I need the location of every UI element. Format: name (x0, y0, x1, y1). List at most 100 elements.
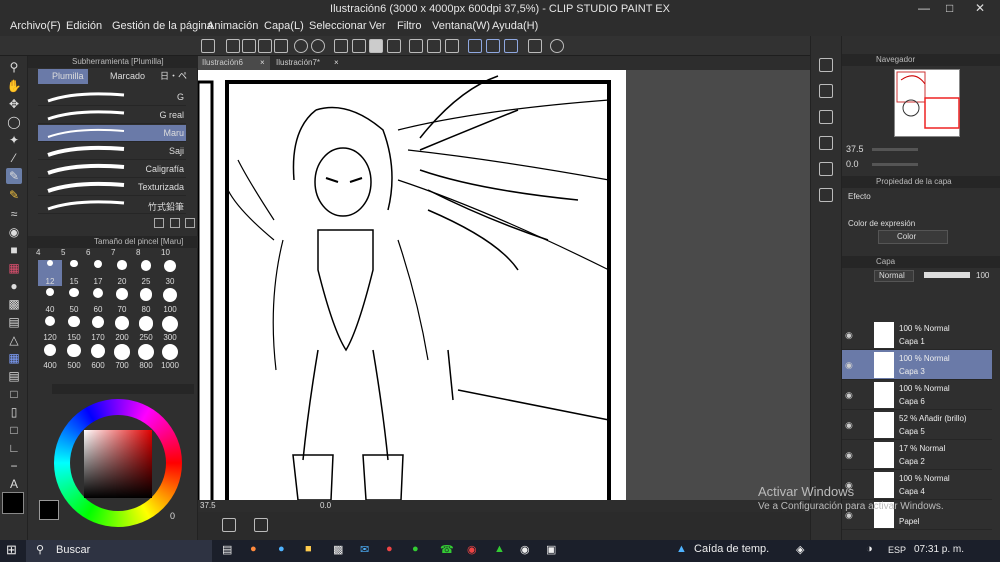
tray-icons[interactable]: ◈ (796, 543, 804, 556)
brush-size-cell[interactable]: 12 (38, 260, 62, 286)
sub-view-icon[interactable] (819, 162, 833, 176)
brush-size-cell[interactable]: 50 (62, 288, 86, 314)
add-brush-icon[interactable] (154, 218, 164, 228)
fill-tool-icon[interactable]: ▩ (6, 296, 22, 312)
figure-icon[interactable]: △ (6, 332, 22, 348)
tab-marcado[interactable]: Marcado (92, 69, 145, 84)
operation-icon[interactable]: ▯ (6, 404, 22, 420)
close-icon[interactable]: ✕ (975, 1, 985, 15)
brush-size-label[interactable]: 5 (61, 248, 65, 257)
delete-brush-icon[interactable] (185, 218, 195, 228)
clock[interactable]: 07:31 p. m. (914, 544, 964, 555)
visibility-eye-icon[interactable]: ◉ (845, 450, 853, 461)
new-file-icon[interactable] (226, 39, 240, 53)
menu-gestion-pagina[interactable]: Gestión de la página (112, 20, 213, 32)
opacity-slider[interactable] (924, 272, 970, 278)
brush-size-cell[interactable]: 200 (110, 316, 134, 342)
navigator-zoom-slider[interactable] (872, 148, 918, 151)
close-tab-icon[interactable]: × (260, 58, 265, 67)
navigator-rotation[interactable]: 0.0 (846, 159, 859, 169)
visibility-eye-icon[interactable]: ◉ (845, 390, 853, 401)
brush-size-cell[interactable]: 400 (38, 344, 62, 370)
layer-row[interactable]: ◉ 100 % Normal Capa 3 (842, 350, 992, 380)
menu-capa[interactable]: Capa(L) (264, 20, 304, 32)
brush-size-cell[interactable]: 60 (86, 288, 110, 314)
open-file-icon[interactable] (242, 39, 256, 53)
navigator-zoom[interactable]: 37.5 (846, 144, 864, 154)
layer-row[interactable]: ◉ 100 % Normal Capa 1 (842, 320, 992, 350)
snap-ruler-icon[interactable] (468, 39, 482, 53)
menu-ayuda[interactable]: Ayuda(H) (492, 20, 538, 32)
navigator-preview[interactable] (894, 69, 960, 137)
export-icon[interactable] (274, 39, 288, 53)
canvas-zoom[interactable]: 37.5 (200, 501, 216, 510)
copy-brush-icon[interactable] (170, 218, 180, 228)
mail-icon[interactable]: ✉ (360, 543, 369, 556)
brush-size-label[interactable]: 8 (136, 248, 140, 257)
brush-size-cell[interactable]: 600 (86, 344, 110, 370)
eyedropper-icon[interactable]: ⁄ (6, 150, 22, 166)
app-icon[interactable]: ◉ (520, 543, 530, 556)
brush-size-cell[interactable]: 170 (86, 316, 110, 342)
history-icon[interactable] (819, 84, 833, 98)
magic-wand-icon[interactable]: ✦ (6, 132, 22, 148)
brush-size-cell[interactable]: 150 (62, 316, 86, 342)
tab-plumilla[interactable]: Plumilla (38, 69, 88, 84)
firefox-icon[interactable]: ● (250, 543, 257, 555)
windows-start-icon[interactable]: ⊞ (6, 542, 17, 558)
visibility-eye-icon[interactable]: ◉ (845, 330, 853, 341)
menu-filtro[interactable]: Filtro (397, 20, 421, 32)
search-box[interactable]: ⚲ Buscar (26, 540, 212, 562)
brush-item-selected[interactable]: Maru (38, 125, 186, 142)
crop-icon[interactable] (445, 39, 459, 53)
language-indicator[interactable]: ESP (888, 545, 906, 555)
brush-size-label[interactable]: 6 (86, 248, 90, 257)
menu-edicion[interactable]: Edición (66, 20, 102, 32)
brush-tool-icon[interactable]: ≈ (6, 206, 22, 222)
brush-size-label[interactable]: 10 (161, 248, 170, 257)
clip-studio-taskbar-icon[interactable]: ▣ (546, 543, 556, 556)
item-bank-icon[interactable] (819, 136, 833, 150)
help-icon[interactable] (550, 39, 564, 53)
brush-size-cell[interactable]: 80 (134, 288, 158, 314)
brush-size-cell[interactable]: 40 (38, 288, 62, 314)
brush-size-cell[interactable]: 1000 (158, 344, 182, 370)
layer-properties-icon[interactable] (254, 518, 268, 532)
snap-special-ruler-icon[interactable] (486, 39, 500, 53)
lasso-tool-icon[interactable]: ◯ (6, 114, 22, 130)
whatsapp-icon[interactable]: ☎ (440, 543, 454, 556)
tab-ilustracion7[interactable]: Ilustración7* (272, 56, 342, 70)
ruler-tool-icon[interactable]: ▤ (6, 368, 22, 384)
menu-animacion[interactable]: Animación (207, 20, 258, 32)
brush-size-cell[interactable]: 30 (158, 260, 182, 286)
weather-text[interactable]: Caída de temp. (694, 543, 769, 555)
redo-icon[interactable] (311, 39, 325, 53)
balloon-icon[interactable]: □ (6, 422, 22, 438)
network-icon[interactable]: ◑ (866, 543, 873, 555)
main-color-swatch[interactable] (39, 500, 59, 520)
file-explorer-icon[interactable]: ■ (305, 543, 312, 555)
invert-selection-icon[interactable] (427, 39, 441, 53)
snap-grid-icon[interactable] (504, 39, 518, 53)
brush-size-label[interactable]: 4 (36, 248, 40, 257)
blend-tool-icon[interactable]: ● (6, 278, 22, 294)
layer-row[interactable]: ◉ 17 % Normal Capa 2 (842, 440, 992, 470)
layer-row[interactable]: ◉ 52 % Añadir (brillo) Capa 5 (842, 410, 992, 440)
material-icon[interactable] (819, 58, 833, 72)
color-square[interactable] (84, 430, 152, 498)
brush-size-label[interactable]: 7 (111, 248, 115, 257)
edge-icon[interactable]: ● (278, 543, 285, 555)
maximize-icon[interactable]: □ (946, 1, 953, 15)
brush-size-cell[interactable]: 20 (110, 260, 134, 286)
layer-search-icon[interactable] (819, 188, 833, 202)
foreground-color-swatch[interactable] (2, 492, 24, 514)
text-tool-icon[interactable]: − (6, 458, 22, 474)
canvas-rotation[interactable]: 0.0 (320, 501, 331, 510)
brush-size-cell[interactable]: 500 (62, 344, 86, 370)
brush-size-cell[interactable]: 17 (86, 260, 110, 286)
eraser-icon[interactable]: ■ (6, 242, 22, 258)
brush-item[interactable]: Caligrafía (38, 161, 186, 178)
layer-row[interactable]: ◉ 100 % Normal Capa 6 (842, 380, 992, 410)
brush-item[interactable]: G (38, 89, 186, 106)
menu-archivo[interactable]: Archivo(F) (10, 20, 61, 32)
